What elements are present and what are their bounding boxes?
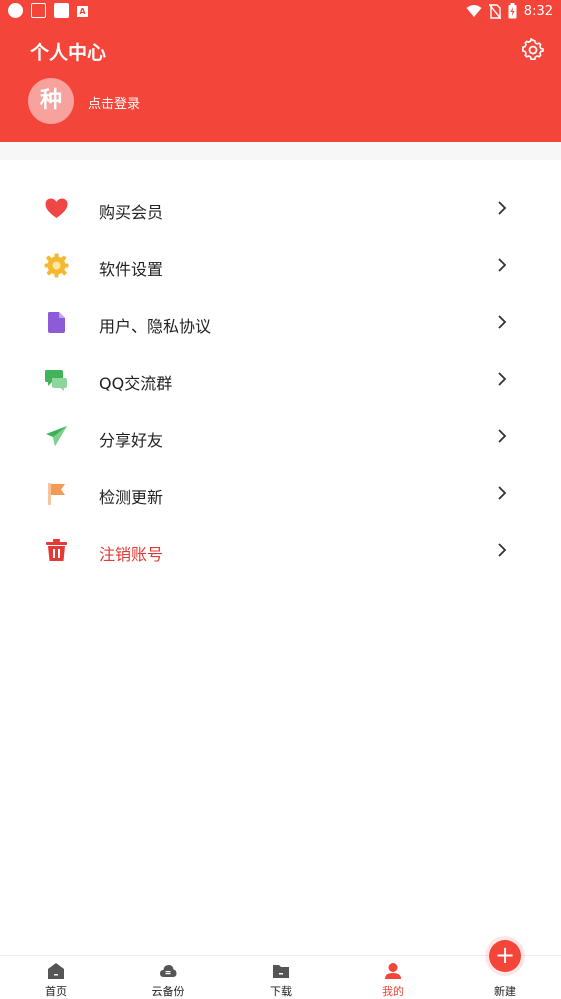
- bottom-nav: 首页 云备份 下载 我的 新建: [0, 955, 561, 999]
- chat-icon: [45, 370, 67, 391]
- chevron-right-icon: [498, 429, 507, 443]
- battery-icon: [508, 3, 517, 19]
- nav-item-download[interactable]: 下载: [251, 962, 311, 999]
- square-icon: [54, 3, 69, 18]
- chevron-right-icon: [498, 258, 507, 272]
- status-bar-right: 8:32: [466, 3, 553, 19]
- circle-icon: [8, 3, 23, 18]
- chevron-right-icon: [498, 486, 507, 500]
- chevron-right-icon: [498, 543, 507, 557]
- flag-icon: [48, 483, 65, 505]
- new-fab-plus-icon[interactable]: +: [489, 940, 521, 972]
- login-link[interactable]: 点击登录: [88, 93, 140, 112]
- a-icon: A: [77, 6, 88, 17]
- wifi-icon: [466, 5, 482, 17]
- status-time: 8:32: [523, 3, 553, 19]
- heart-icon: [45, 198, 68, 218]
- menu-list: 购买会员 软件设置 用户、隐私协议 QQ交流群 分享好友 检测更新 注销账号: [0, 180, 561, 579]
- chevron-right-icon: [498, 201, 507, 215]
- menu-item-label: 检测更新: [99, 488, 164, 507]
- avatar[interactable]: 种: [28, 78, 74, 124]
- menu-item-delete-account[interactable]: 注销账号: [0, 522, 561, 579]
- nav-item-cloud-backup[interactable]: 云备份: [138, 962, 198, 999]
- nav-item-mine[interactable]: 我的: [363, 962, 423, 999]
- nav-label: 新建: [494, 985, 516, 998]
- status-bar: A 8:32: [0, 0, 561, 24]
- app-icon: [31, 3, 46, 18]
- menu-item-share-friends[interactable]: 分享好友: [0, 408, 561, 465]
- gear-icon: [44, 253, 69, 278]
- send-icon: [46, 426, 67, 446]
- menu-item-label: 分享好友: [99, 431, 164, 450]
- folder-icon: [273, 965, 289, 978]
- no-sim-icon: [488, 3, 501, 19]
- user-icon: [385, 963, 401, 979]
- menu-item-label: QQ交流群: [99, 374, 173, 393]
- home-icon: [48, 963, 64, 979]
- menu-item-label: 购买会员: [99, 203, 164, 222]
- document-icon: [48, 312, 65, 333]
- settings-gear-icon[interactable]: [521, 38, 545, 62]
- nav-label: 下载: [270, 985, 292, 998]
- status-bar-left: A: [8, 3, 88, 18]
- menu-item-label: 注销账号: [99, 545, 164, 564]
- nav-item-home[interactable]: 首页: [26, 962, 86, 999]
- chevron-right-icon: [498, 315, 507, 329]
- menu-item-qq-group[interactable]: QQ交流群: [0, 351, 561, 408]
- menu-item-label: 软件设置: [99, 260, 164, 279]
- profile-header: 个人中心 种 点击登录: [0, 24, 561, 142]
- nav-label: 云备份: [151, 985, 185, 998]
- menu-item-buy-membership[interactable]: 购买会员: [0, 180, 561, 237]
- section-divider: [0, 142, 561, 160]
- menu-item-software-settings[interactable]: 软件设置: [0, 237, 561, 294]
- trash-icon: [46, 539, 67, 561]
- menu-item-privacy-agreement[interactable]: 用户、隐私协议: [0, 294, 561, 351]
- nav-label: 我的: [382, 985, 404, 998]
- menu-item-label: 用户、隐私协议: [99, 317, 212, 336]
- page-title: 个人中心: [30, 42, 107, 64]
- nav-label: 首页: [45, 985, 67, 998]
- menu-item-check-update[interactable]: 检测更新: [0, 465, 561, 522]
- cloud-icon: [160, 965, 177, 977]
- chevron-right-icon: [498, 372, 507, 386]
